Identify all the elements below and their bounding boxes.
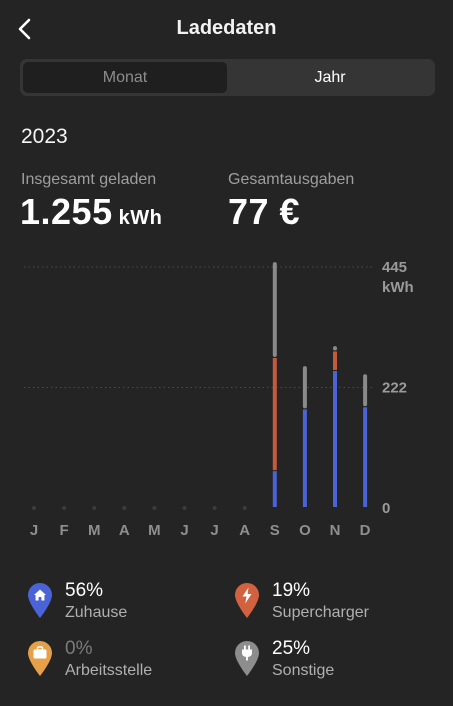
home-icon xyxy=(28,583,52,618)
x-tick-label-3: A xyxy=(119,522,130,539)
x-tick-label-9: O xyxy=(299,522,311,539)
bar-empty-3 xyxy=(122,506,127,510)
total-charged-unit: kWh xyxy=(118,207,163,229)
bar-O-9-sonstige xyxy=(302,366,307,409)
x-tick-label-7: A xyxy=(239,522,250,539)
bar-empty-2 xyxy=(92,506,97,510)
legend-label-supercharger: Supercharger xyxy=(272,604,369,621)
legend-item-zuhause: 56% Zuhause xyxy=(27,580,217,633)
lightning-icon xyxy=(235,583,259,618)
header: Ladedaten xyxy=(0,0,453,56)
x-tick-label-0: J xyxy=(30,522,38,539)
bar-N-10-zuhause xyxy=(333,370,337,507)
x-tick-label-2: M xyxy=(88,522,101,539)
period-switch: Monat Jahr xyxy=(20,59,435,96)
legend-item-sonstige: 25% Sonstige xyxy=(234,638,424,691)
bar-empty-6 xyxy=(212,506,217,510)
x-tick-label-11: D xyxy=(360,522,371,539)
total-charged-number: 1.255 xyxy=(20,191,113,232)
bar-empty-5 xyxy=(182,506,187,510)
x-tick-label-8: S xyxy=(270,522,280,539)
bar-S-8-zuhause xyxy=(272,471,277,507)
total-cost-label: Gesamtausgaben xyxy=(228,171,355,188)
legend-pct-supercharger: 19% xyxy=(272,580,311,601)
x-tick-label-10: N xyxy=(330,522,341,539)
bar-S-8-supercharger xyxy=(272,357,277,471)
bar-S-8-sonstige xyxy=(272,262,277,357)
legend-pct-sonstige: 25% xyxy=(272,638,311,659)
y-tick-label-0: 0 xyxy=(382,500,390,517)
briefcase-icon xyxy=(28,641,52,676)
legend-label-zuhause: Zuhause xyxy=(65,604,128,621)
bar-D-11-zuhause xyxy=(363,407,368,507)
year-heading: 2023 xyxy=(21,125,68,148)
y-tick-label-222: 222 xyxy=(382,380,407,397)
legend-pct-zuhause: 56% xyxy=(65,580,104,601)
total-charged-label: Insgesamt geladen xyxy=(21,171,157,188)
bar-O-9-zuhause xyxy=(302,409,307,507)
total-charged-value: 1.255 kWh xyxy=(20,191,162,233)
x-tick-label-5: J xyxy=(180,522,188,539)
x-tick-label-1: F xyxy=(60,522,69,539)
plug-icon xyxy=(235,641,259,676)
bar-empty-1 xyxy=(62,506,67,510)
legend-label-sonstige: Sonstige xyxy=(272,662,335,679)
legend-item-supercharger: 19% Supercharger xyxy=(234,580,424,633)
monthly-chart: 0 222 445 kWh J F M A M J J A S O N D xyxy=(0,250,453,550)
bar-empty-7 xyxy=(242,506,247,510)
tab-jahr[interactable]: Jahr xyxy=(228,62,432,93)
x-tick-label-4: M xyxy=(148,522,161,539)
chart-canvas: 0 222 445 kWh J F M A M J J A S O N D xyxy=(24,259,414,539)
total-cost-value: 77 € xyxy=(228,191,301,232)
bar-N-10-sonstige xyxy=(333,346,337,351)
legend-pct-arbeitsstelle: 0% xyxy=(65,638,93,659)
legend-item-arbeitsstelle: 0% Arbeitsstelle xyxy=(27,638,217,691)
legend-label-arbeitsstelle: Arbeitsstelle xyxy=(65,662,153,679)
tab-monat[interactable]: Monat xyxy=(23,62,227,93)
y-tick-label-445: 445 xyxy=(382,259,407,276)
x-tick-label-6: J xyxy=(210,522,218,539)
bar-empty-4 xyxy=(152,506,157,510)
y-unit-label: kWh xyxy=(382,279,414,296)
bar-D-11-sonstige xyxy=(363,374,368,407)
bar-N-10-supercharger xyxy=(333,351,337,370)
page-title: Ladedaten xyxy=(176,17,277,39)
bar-empty-0 xyxy=(32,506,36,510)
